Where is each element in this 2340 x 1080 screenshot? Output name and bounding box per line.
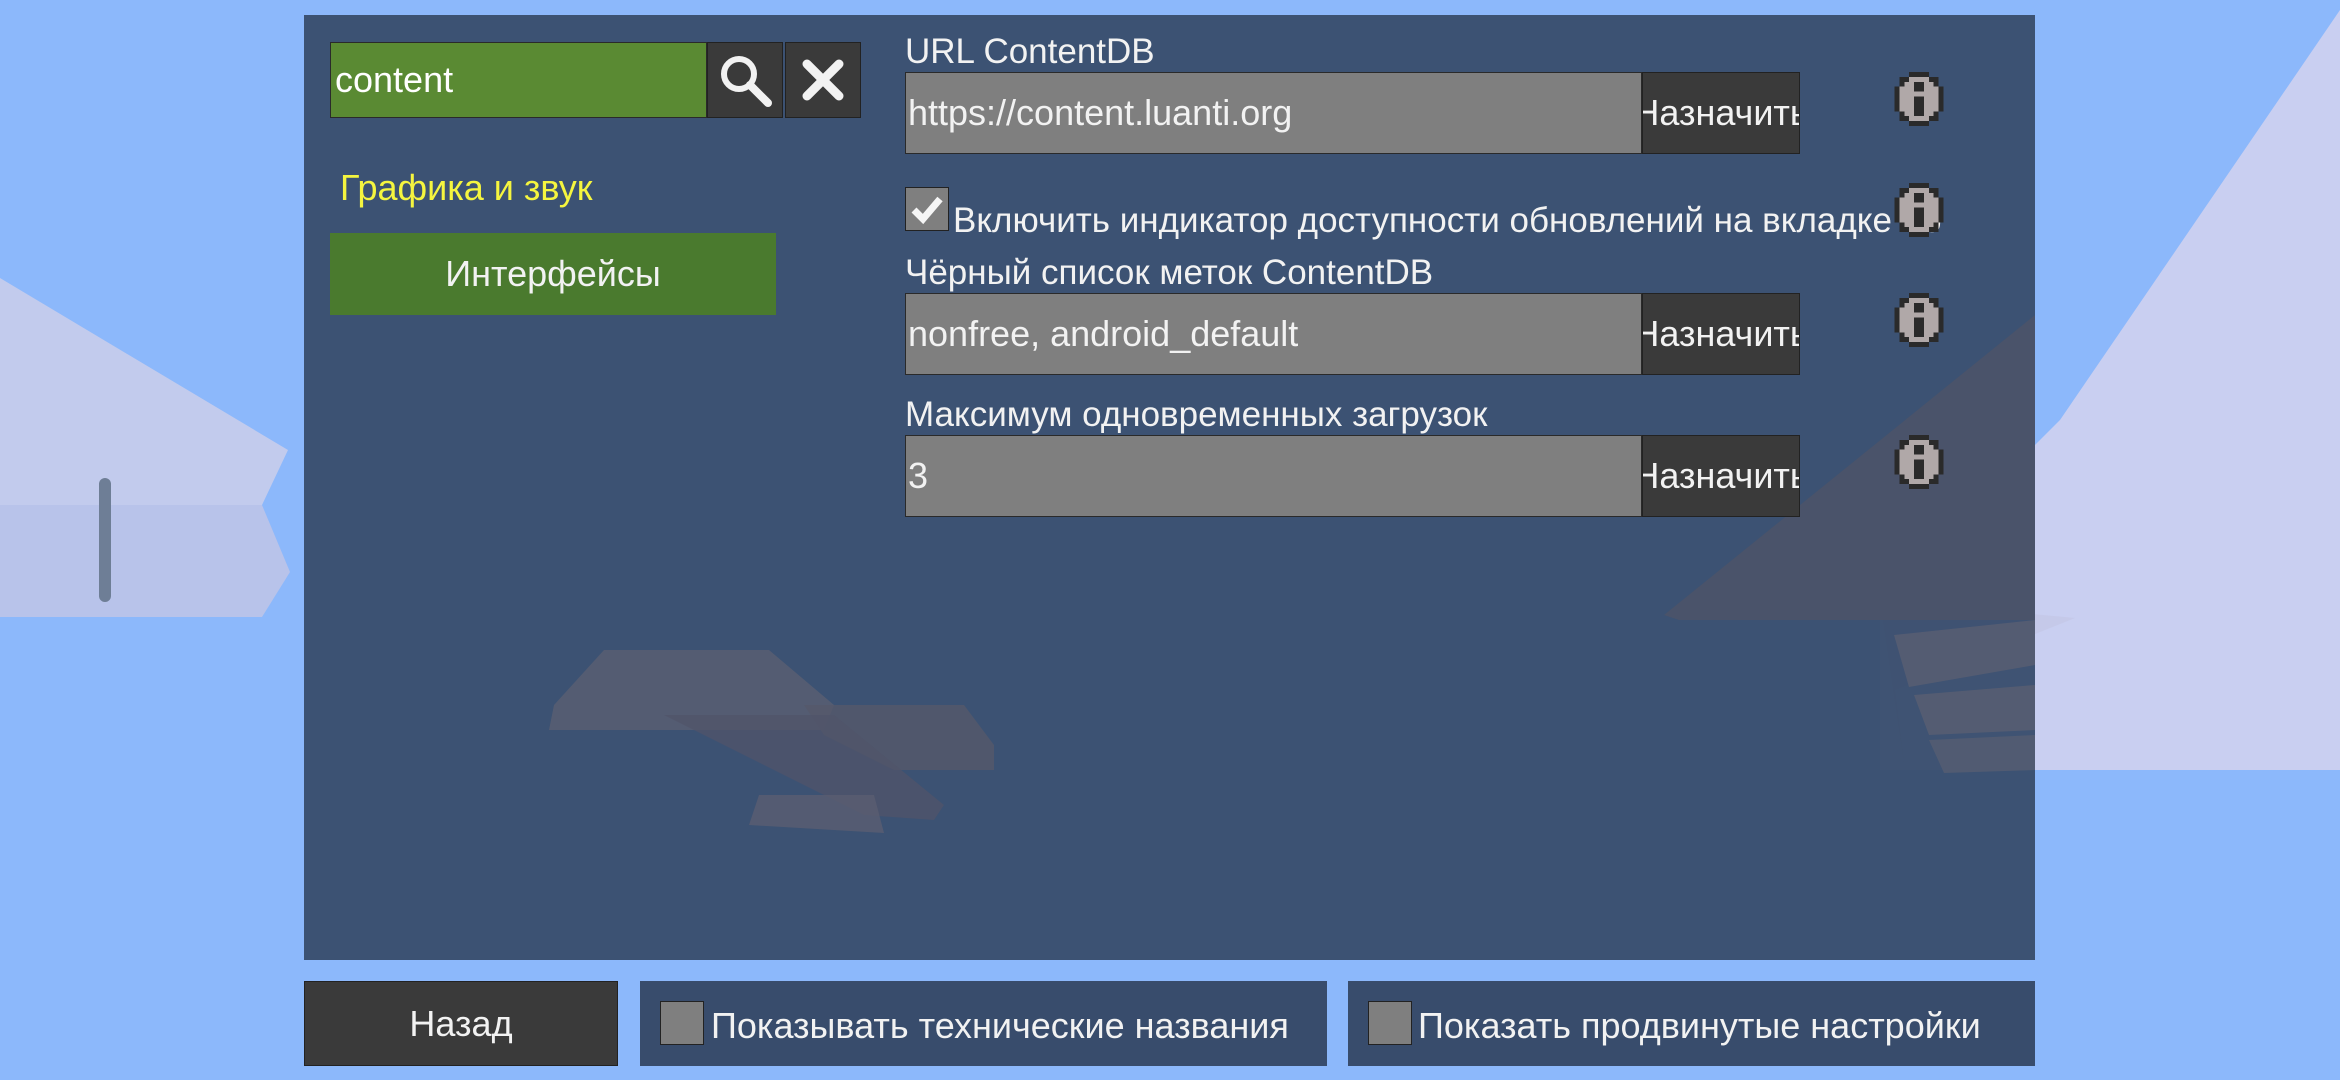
tag-blacklist-field[interactable]: nonfree, android_default	[905, 293, 1642, 375]
update-indicator-label[interactable]: Включить индикатор доступности обновлени…	[953, 201, 1976, 241]
setting-label-tag-blacklist: Чёрный список меток ContentDB	[905, 253, 1434, 292]
contentdb-url-field[interactable]: https://content.luanti.org	[905, 72, 1642, 154]
set-contentdb-url-button[interactable]: Назначить	[1642, 72, 1800, 154]
show-technical-names-checkbox[interactable]	[660, 1001, 704, 1045]
field-value: https://content.luanti.org	[908, 92, 1293, 133]
set-tag-blacklist-button[interactable]: Назначить	[1642, 293, 1800, 375]
info-icon[interactable]	[1894, 435, 1944, 489]
field-value: 3	[908, 455, 929, 496]
button-label: Назначить	[1642, 313, 1800, 354]
setting-label-contentdb-url: URL ContentDB	[905, 32, 1155, 71]
search-input[interactable]	[330, 42, 707, 118]
clear-search-button[interactable]	[785, 42, 861, 118]
sidebar-item-interfaces[interactable]: Интерфейсы	[330, 233, 776, 315]
show-technical-names-label[interactable]: Показывать технические названия	[711, 1005, 1289, 1047]
scroll-handle[interactable]	[99, 478, 111, 602]
button-label: Назад	[409, 1002, 513, 1044]
checkmark-icon	[911, 196, 943, 225]
show-advanced-checkbox[interactable]	[1368, 1001, 1412, 1045]
field-value: nonfree, android_default	[908, 313, 1299, 354]
max-downloads-field[interactable]: 3	[905, 435, 1642, 517]
info-icon[interactable]	[1894, 72, 1944, 126]
settings-panel: Графика и звук Интерфейсы URL ContentDB …	[304, 15, 2035, 960]
back-button[interactable]: Назад	[304, 981, 618, 1066]
sidebar-item-label: Интерфейсы	[445, 253, 661, 294]
setting-label-max-downloads: Максимум одновременных загрузок	[905, 395, 1488, 434]
info-icon[interactable]	[1894, 293, 1944, 347]
button-label: Назначить	[1642, 455, 1800, 496]
info-icon[interactable]	[1894, 183, 1944, 237]
set-max-downloads-button[interactable]: Назначить	[1642, 435, 1800, 517]
category-heading[interactable]: Графика и звук	[340, 167, 593, 209]
close-icon	[802, 59, 844, 101]
search-icon	[721, 56, 772, 107]
show-advanced-label[interactable]: Показать продвинутые настройки	[1418, 1005, 1981, 1047]
button-label: Назначить	[1642, 92, 1800, 133]
search-button[interactable]	[707, 42, 783, 118]
update-indicator-checkbox[interactable]	[905, 187, 949, 231]
